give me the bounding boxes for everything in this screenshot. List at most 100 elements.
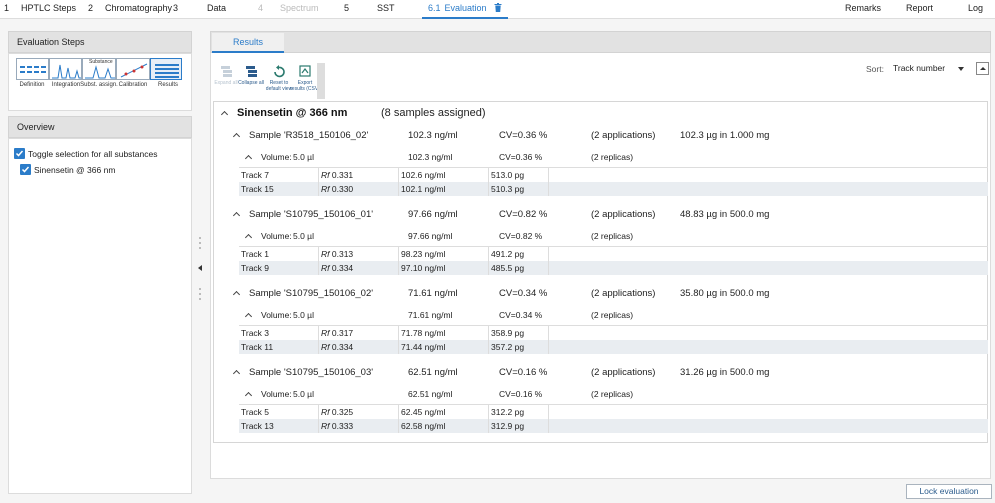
substance-title: Sinensetin @ 366 nm	[237, 107, 348, 119]
sample-name: Sample 'S10795_150106_01'	[249, 209, 374, 220]
overview-header: Overview	[8, 116, 192, 138]
sample-applications: (2 applications)	[591, 367, 656, 378]
collapse-all-icon	[246, 66, 257, 77]
toggle-all-label: Toggle selection for all substances	[28, 149, 158, 159]
volume-value: 5.0 µl	[293, 389, 314, 399]
sample-cv: CV=0.34 %	[499, 288, 548, 299]
sample-conc: 102.3 ng/ml	[408, 130, 458, 141]
table-row: Track 13 Rf 0.333 62.58 ng/ml 312.9 pg	[239, 419, 988, 433]
table-row: Track 15 Rf 0.330 102.1 ng/ml 510.3 pg	[239, 182, 988, 196]
collapse-sample-icon[interactable]	[232, 290, 242, 300]
table-row: Track 7 Rf 0.331 102.6 ng/ml 513.0 pg	[239, 168, 988, 182]
volume-label: Volume:	[261, 310, 292, 320]
check-icon	[21, 166, 30, 173]
volume-conc: 102.3 ng/ml	[408, 152, 453, 162]
toolbar-overflow-handle[interactable]	[317, 63, 325, 99]
volume-label: Volume:	[261, 152, 292, 162]
step-integration-icon[interactable]	[49, 58, 82, 80]
volume-cv: CV=0.82 %	[499, 231, 543, 241]
step-calibration-icon[interactable]	[116, 58, 150, 80]
step-results-icon[interactable]	[150, 58, 182, 80]
substance-checkbox[interactable]	[20, 164, 31, 175]
volume-cv: CV=0.16 %	[499, 389, 543, 399]
export-csv-label: Export results (CSV)	[290, 80, 320, 92]
nav-log[interactable]: Log	[968, 0, 983, 19]
nav-step-data[interactable]: 3 Data	[173, 0, 226, 19]
sample-cv: CV=0.82 %	[499, 209, 548, 220]
collapse-volume-icon[interactable]	[244, 233, 254, 243]
volume-replicas: (2 replicas)	[591, 310, 634, 320]
nav-step-chromatography[interactable]: 2 Chromatography	[88, 0, 172, 19]
reset-view-button[interactable]	[268, 64, 290, 81]
export-csv-button[interactable]	[294, 64, 316, 81]
expand-all-icon	[221, 66, 232, 77]
volume-conc: 62.51 ng/ml	[408, 389, 453, 399]
collapse-left-arrow-icon[interactable]	[198, 265, 202, 271]
collapse-all-button[interactable]	[240, 64, 262, 81]
nav-step-hptlc[interactable]: 1 HPTLC Steps	[4, 0, 76, 19]
volume-conc: 97.66 ng/ml	[408, 231, 453, 241]
collapse-substance-icon[interactable]	[220, 110, 230, 120]
sample-name: Sample 'S10795_150106_02'	[249, 288, 374, 299]
step-label-results: Results	[157, 82, 178, 88]
nav-remarks[interactable]: Remarks	[845, 0, 881, 19]
table-row: Track 1 Rf 0.313 98.23 ng/ml 491.2 pg	[239, 247, 988, 261]
table-row: Track 3 Rf 0.317 71.78 ng/ml 358.9 pg	[239, 326, 988, 340]
sample-applications: (2 applications)	[591, 288, 656, 299]
volume-value: 5.0 µl	[293, 152, 314, 162]
sort-select[interactable]: Track number	[888, 61, 968, 76]
results-tabbar	[210, 31, 991, 53]
table-row: Track 5 Rf 0.325 62.45 ng/ml 312.2 pg	[239, 405, 988, 419]
lock-evaluation-button[interactable]: Lock evaluation	[906, 484, 992, 499]
top-navigation: 1 HPTLC Steps 2 Chromatography 3 Data 4 Spec…	[0, 0, 995, 19]
sample-conc: 62.51 ng/ml	[408, 367, 458, 378]
sample-cv: CV=0.16 %	[499, 367, 548, 378]
evaluation-steps-strip: Substance	[16, 58, 182, 80]
sort-label: Sort:	[866, 64, 884, 74]
samples-assigned: (8 samples assigned)	[381, 107, 486, 119]
nav-report[interactable]: Report	[906, 0, 933, 19]
volume-replicas: (2 replicas)	[591, 389, 634, 399]
collapse-all-label: Collapse all	[238, 80, 264, 86]
nav-step-spectrum: 4 Spectrum	[258, 3, 319, 13]
volume-label: Volume:	[261, 389, 292, 399]
sample-conc: 71.61 ng/ml	[408, 288, 458, 299]
collapse-volume-icon[interactable]	[244, 154, 254, 164]
step-subst-assign-icon[interactable]: Substance	[82, 58, 116, 80]
step-label-calibration: Calibration	[118, 82, 148, 88]
collapse-sample-icon[interactable]	[232, 369, 242, 379]
check-icon	[15, 150, 24, 157]
volume-value: 5.0 µl	[293, 310, 314, 320]
tab-results[interactable]: Results	[212, 33, 284, 53]
trash-icon[interactable]	[494, 3, 502, 12]
evaluation-steps-header: Evaluation Steps	[8, 31, 192, 53]
volume-replicas: (2 replicas)	[591, 231, 634, 241]
nav-step-evaluation[interactable]: 6.1 Evaluation	[422, 0, 509, 19]
sample-amount: 48.83 µg in 500.0 mg	[680, 209, 770, 220]
collapse-volume-icon[interactable]	[244, 312, 254, 322]
splitter-handle-bottom[interactable]	[199, 288, 202, 303]
table-row: Track 9 Rf 0.334 97.10 ng/ml 485.5 pg	[239, 261, 988, 275]
collapse-volume-icon[interactable]	[244, 391, 254, 401]
sample-applications: (2 applications)	[591, 209, 656, 220]
overview-panel	[8, 138, 192, 494]
sort-direction-button[interactable]	[976, 62, 989, 75]
toggle-all-checkbox[interactable]	[14, 148, 25, 159]
substance-item-label: Sinensetin @ 366 nm	[34, 165, 116, 175]
sample-applications: (2 applications)	[591, 130, 656, 141]
nav-step-sst[interactable]: 5 SST	[344, 0, 395, 19]
volume-label: Volume:	[261, 231, 292, 241]
volume-replicas: (2 replicas)	[591, 152, 634, 162]
splitter-handle-top[interactable]	[199, 237, 202, 252]
volume-value: 5.0 µl	[293, 231, 314, 241]
sample-name: Sample 'R3518_150106_02'	[249, 130, 369, 141]
volume-cv: CV=0.36 %	[499, 152, 543, 162]
collapse-sample-icon[interactable]	[232, 132, 242, 142]
collapse-sample-icon[interactable]	[232, 211, 242, 221]
step-definition-icon[interactable]	[16, 58, 49, 80]
sample-amount: 35.80 µg in 500.0 mg	[680, 288, 770, 299]
reset-arrow-icon	[274, 65, 285, 78]
volume-cv: CV=0.34 %	[499, 310, 543, 320]
expand-all-button[interactable]	[215, 64, 237, 81]
table-row: Track 11 Rf 0.334 71.44 ng/ml 357.2 pg	[239, 340, 988, 354]
